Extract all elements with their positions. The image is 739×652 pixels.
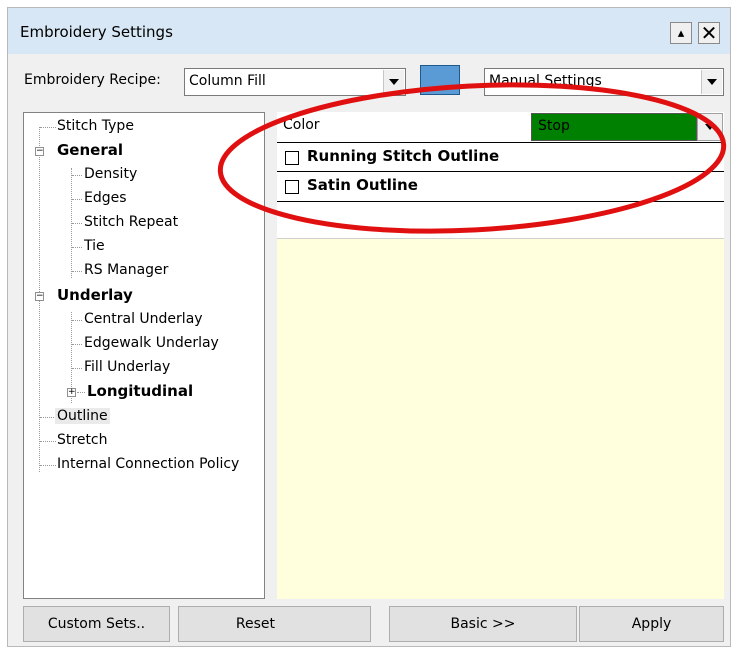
- tree-connector: [72, 247, 82, 248]
- collapse-icon[interactable]: −: [35, 147, 44, 156]
- color-value-field[interactable]: Stop: [531, 113, 697, 141]
- tree-item-density[interactable]: Density: [84, 166, 137, 182]
- color-label: Color: [283, 117, 320, 133]
- tree-item-stretch[interactable]: Stretch: [57, 432, 108, 448]
- tree-connector: [72, 368, 82, 369]
- tree-connector: [40, 441, 56, 442]
- settings-mode-select[interactable]: Manual Settings: [484, 68, 724, 96]
- recipe-label: Embroidery Recipe:: [24, 72, 161, 88]
- option-label: Running Stitch Outline: [307, 147, 500, 165]
- recipe-select[interactable]: Column Fill: [184, 68, 406, 96]
- color-dropdown-button[interactable]: [697, 113, 723, 141]
- option-label: Satin Outline: [307, 176, 418, 194]
- tree-item-central-underlay[interactable]: Central Underlay: [84, 311, 203, 327]
- tree-connector: [72, 320, 82, 321]
- tree-item-outline[interactable]: Outline: [55, 408, 110, 424]
- tree-item-general[interactable]: General: [57, 141, 123, 159]
- chevron-down-icon: [389, 79, 399, 85]
- reset-button[interactable]: Reset: [178, 606, 371, 642]
- tree-item-edges[interactable]: Edges: [84, 190, 127, 206]
- settings-mode-dropdown-button[interactable]: [701, 70, 722, 94]
- chevron-down-icon: [705, 124, 715, 130]
- option-row-running-stitch-outline[interactable]: Running Stitch Outline: [277, 142, 724, 172]
- tree-item-edgewalk-underlay[interactable]: Edgewalk Underlay: [84, 335, 219, 351]
- tree-item-stitch-repeat[interactable]: Stitch Repeat: [84, 214, 178, 230]
- option-row-satin-outline[interactable]: Satin Outline: [277, 172, 724, 202]
- color-swatch[interactable]: [420, 65, 460, 95]
- embroidery-settings-window: Embroidery Settings ▴ ✕ Embroidery Recip…: [7, 7, 731, 647]
- checkbox[interactable]: [285, 151, 299, 165]
- checkbox[interactable]: [285, 180, 299, 194]
- help-button[interactable]: ▴: [670, 22, 692, 44]
- chevron-down-icon: [707, 79, 717, 85]
- recipe-dropdown-button[interactable]: [383, 70, 404, 94]
- settings-tree: − − + Stitch Type General Density Edges …: [23, 112, 265, 599]
- recipe-select-value: Column Fill: [189, 73, 266, 89]
- color-row: Color Stop: [277, 112, 724, 142]
- tree-item-stitch-type[interactable]: Stitch Type: [57, 118, 134, 134]
- settings-mode-value: Manual Settings: [489, 73, 602, 89]
- tree-connector: [72, 271, 82, 272]
- window-title: Embroidery Settings: [20, 23, 173, 41]
- tree-connector: [40, 417, 56, 418]
- tree-item-fill-underlay[interactable]: Fill Underlay: [84, 359, 170, 375]
- tree-connector: [40, 127, 56, 128]
- close-button[interactable]: ✕: [698, 21, 720, 45]
- tree-connector: [72, 344, 82, 345]
- tree-connector: [72, 175, 82, 176]
- tree-connector: [40, 465, 56, 466]
- tree-item-tie[interactable]: Tie: [84, 238, 105, 254]
- tree-connector: [77, 392, 85, 393]
- tree-item-longitudinal[interactable]: Longitudinal: [87, 382, 193, 400]
- basic-button[interactable]: Basic >>: [389, 606, 577, 642]
- tree-item-underlay[interactable]: Underlay: [57, 286, 133, 304]
- custom-sets-button[interactable]: Custom Sets..: [23, 606, 170, 642]
- color-value: Stop: [538, 118, 570, 134]
- outline-options: Running Stitch Outline Satin Outline: [277, 142, 724, 239]
- apply-button[interactable]: Apply: [579, 606, 724, 642]
- outline-settings-panel: Color Stop Running Stitch Outline Satin …: [277, 112, 724, 599]
- expand-icon[interactable]: +: [67, 388, 76, 397]
- tree-connector: [72, 199, 82, 200]
- title-bar: Embroidery Settings ▴ ✕: [8, 8, 730, 54]
- collapse-icon[interactable]: −: [35, 292, 44, 301]
- tree-item-internal-connection-policy[interactable]: Internal Connection Policy: [57, 456, 239, 472]
- tree-connector: [72, 223, 82, 224]
- tree-item-rs-manager[interactable]: RS Manager: [84, 262, 168, 278]
